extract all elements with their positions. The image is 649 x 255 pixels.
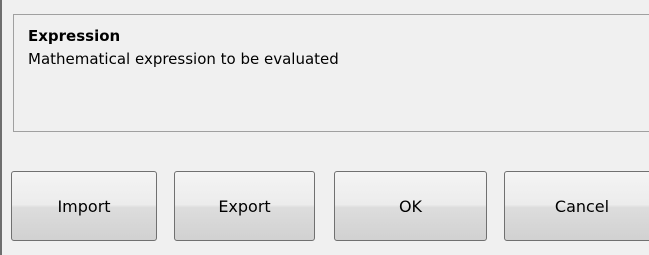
- help-panel: Expression Mathematical expression to be…: [13, 14, 649, 132]
- help-description: Mathematical expression to be evaluated: [28, 50, 339, 68]
- ok-button[interactable]: OK: [334, 171, 487, 241]
- dialog-window: Expression Mathematical expression to be…: [0, 0, 649, 255]
- help-title: Expression: [28, 27, 121, 45]
- cancel-button[interactable]: Cancel: [504, 171, 649, 241]
- window-border: [0, 0, 2, 255]
- export-button[interactable]: Export: [174, 171, 315, 241]
- import-button[interactable]: Import: [11, 171, 157, 241]
